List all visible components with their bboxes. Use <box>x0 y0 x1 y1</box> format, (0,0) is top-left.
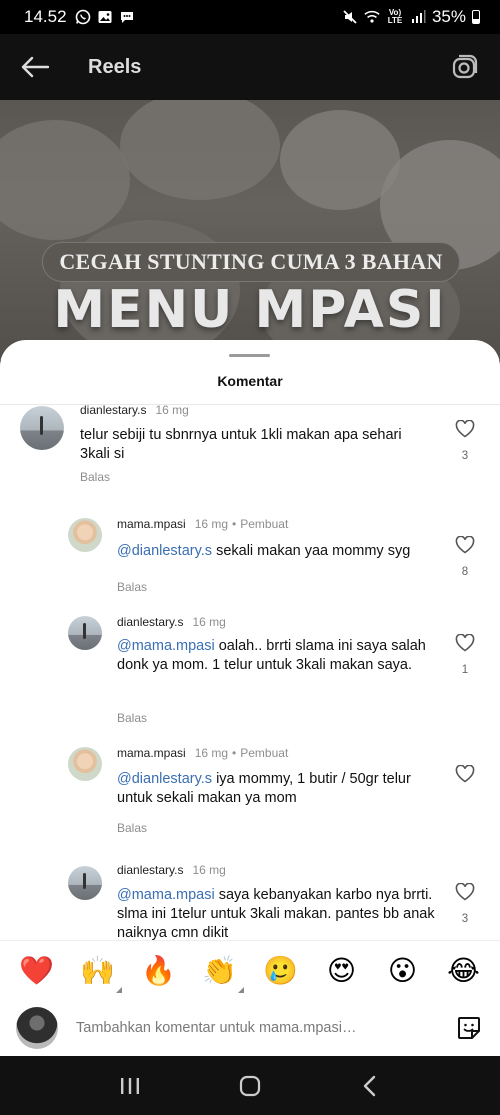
comment-time: 16 mg <box>192 863 226 877</box>
system-nav-bar <box>0 1056 500 1115</box>
comment-mention[interactable]: @dianlestary.s <box>117 771 212 787</box>
like-button[interactable] <box>455 764 475 788</box>
reply-button[interactable]: Balas <box>117 821 147 835</box>
wifi-icon <box>364 9 380 25</box>
camera-icon[interactable] <box>450 52 480 82</box>
comments-list[interactable]: dianlestary.s 16 mg telur sebiji tu sbnrn… <box>0 404 500 940</box>
comment-time: 16 mg <box>155 404 189 417</box>
signal-icon <box>410 9 426 25</box>
comment-time: 16 mg <box>192 615 226 629</box>
emoji-heart-eyes[interactable]: 😍 <box>322 951 362 991</box>
reply-button[interactable]: Balas <box>117 580 147 594</box>
emoji-fire[interactable]: 🔥 <box>139 951 179 991</box>
creator-badge: Pembuat <box>240 517 289 531</box>
meta-separator: • <box>232 746 237 760</box>
like-count: 3 <box>461 913 469 925</box>
like-button[interactable]: 3 <box>455 419 475 462</box>
like-count: 1 <box>461 664 469 676</box>
volte-icon: Vo) LTE <box>387 8 403 25</box>
emoji-bar: ❤️ 🙌 🔥 👏 🥲 😍 😮 😂 <box>0 940 500 1000</box>
comment-item: dianlestary.s 16 mg @mama.mpasi oalah.. b… <box>0 614 500 734</box>
reply-button[interactable]: Balas <box>80 470 110 484</box>
heart-icon <box>455 882 475 901</box>
back-arrow-icon[interactable] <box>20 52 50 82</box>
reply-button[interactable]: Balas <box>117 711 147 725</box>
drag-handle[interactable] <box>229 354 270 357</box>
current-user-avatar <box>16 1007 58 1049</box>
back-icon[interactable] <box>350 1066 390 1106</box>
avatar[interactable] <box>68 866 102 900</box>
sheet-title: Komentar <box>217 373 283 389</box>
battery-percent: 35% <box>431 7 466 26</box>
emoji-surprised[interactable]: 😮 <box>383 951 423 991</box>
reels-header: Reels <box>0 34 500 100</box>
like-button[interactable]: 1 <box>455 633 475 676</box>
comment-username[interactable]: dianlestary.s <box>117 863 183 877</box>
reel-video[interactable]: CEGAH STUNTING CUMA 3 BAHAN MENU MPASI <box>0 100 500 360</box>
avatar[interactable] <box>68 747 102 781</box>
comment-text: @dianlestary.s iya mommy, 1 butir / 50gr… <box>117 770 442 808</box>
comment-meta: dianlestary.s 16 mg <box>117 615 226 629</box>
comment-text: @mama.mpasi oalah.. brrti slama ini saya… <box>117 637 437 675</box>
status-bar: 14.52 Vo) LTE 35% <box>0 0 500 34</box>
like-button[interactable]: 3 <box>455 882 475 925</box>
comment-mention[interactable]: @mama.mpasi <box>117 887 215 903</box>
comment-body: sekali makan yaa mommy syg <box>212 543 411 559</box>
heart-icon <box>455 419 475 438</box>
comment-meta: mama.mpasi 16 mg • Pembuat <box>117 517 288 531</box>
status-time: 14.52 <box>24 7 67 26</box>
comment-meta: dianlestary.s 16 mg <box>80 404 189 417</box>
emoji-face-holding-tears[interactable]: 🥲 <box>261 951 301 991</box>
meta-separator: • <box>232 517 237 531</box>
page-title: Reels <box>88 55 142 78</box>
avatar[interactable] <box>20 406 64 450</box>
comment-username[interactable]: dianlestary.s <box>117 615 183 629</box>
comment-time: 16 mg <box>194 746 229 760</box>
comment-text: @dianlestary.s sekali makan yaa mommy sy… <box>117 542 437 561</box>
comment-input[interactable] <box>76 1020 454 1036</box>
emoji-raising-hands[interactable]: 🙌 <box>78 951 118 991</box>
video-banner-text: CEGAH STUNTING CUMA 3 BAHAN <box>42 242 460 282</box>
avatar[interactable] <box>68 616 102 650</box>
creator-badge: Pembuat <box>240 746 289 760</box>
home-icon[interactable] <box>230 1066 270 1106</box>
emoji-joy[interactable]: 😂 <box>444 951 484 991</box>
comment-composer <box>0 1000 500 1056</box>
mute-icon <box>342 9 358 25</box>
heart-icon <box>455 535 475 554</box>
comment-username[interactable]: mama.mpasi <box>117 517 186 531</box>
comment-meta: mama.mpasi 16 mg • Pembuat <box>117 746 288 760</box>
sticker-icon[interactable] <box>454 1013 484 1043</box>
like-count: 8 <box>461 566 469 578</box>
video-headline-text: MENU MPASI <box>53 280 447 340</box>
battery-icon <box>472 10 480 24</box>
comment-item: mama.mpasi 16 mg • Pembuat @dianlestary.s i… <box>0 745 500 855</box>
heart-icon <box>455 764 475 783</box>
emoji-heart[interactable]: ❤️ <box>17 951 57 991</box>
comment-item: mama.mpasi 16 mg • Pembuat @dianlestary.s s… <box>0 516 500 614</box>
chat-icon <box>119 9 135 25</box>
comment-text: telur sebiji tu sbnrnya untuk 1kli makan… <box>80 426 420 464</box>
heart-icon <box>455 633 475 652</box>
comment-item: dianlestary.s 16 mg @mama.mpasi saya keba… <box>0 861 500 940</box>
comment-text: @mama.mpasi saya kebanyakan karbo nya br… <box>117 886 437 940</box>
like-button[interactable]: 8 <box>455 535 475 578</box>
recent-apps-icon[interactable] <box>110 1066 150 1106</box>
comment-username[interactable]: dianlestary.s <box>80 404 146 417</box>
like-count: 3 <box>461 450 469 462</box>
emoji-clapping-hands[interactable]: 👏 <box>200 951 240 991</box>
avatar[interactable] <box>68 518 102 552</box>
comment-username[interactable]: mama.mpasi <box>117 746 186 760</box>
gallery-icon <box>97 9 113 25</box>
comment-item: dianlestary.s 16 mg telur sebiji tu sbnrn… <box>0 404 500 504</box>
whatsapp-icon <box>75 9 91 25</box>
comment-body: telur sebiji tu sbnrnya untuk 1kli makan… <box>80 427 402 462</box>
comment-mention[interactable]: @dianlestary.s <box>117 543 212 559</box>
comments-sheet: Komentar dianlestary.s 16 mg telur sebiji… <box>0 340 500 1056</box>
comment-meta: dianlestary.s 16 mg <box>117 863 226 877</box>
comment-time: 16 mg <box>194 517 229 531</box>
comment-mention[interactable]: @mama.mpasi <box>117 638 215 654</box>
